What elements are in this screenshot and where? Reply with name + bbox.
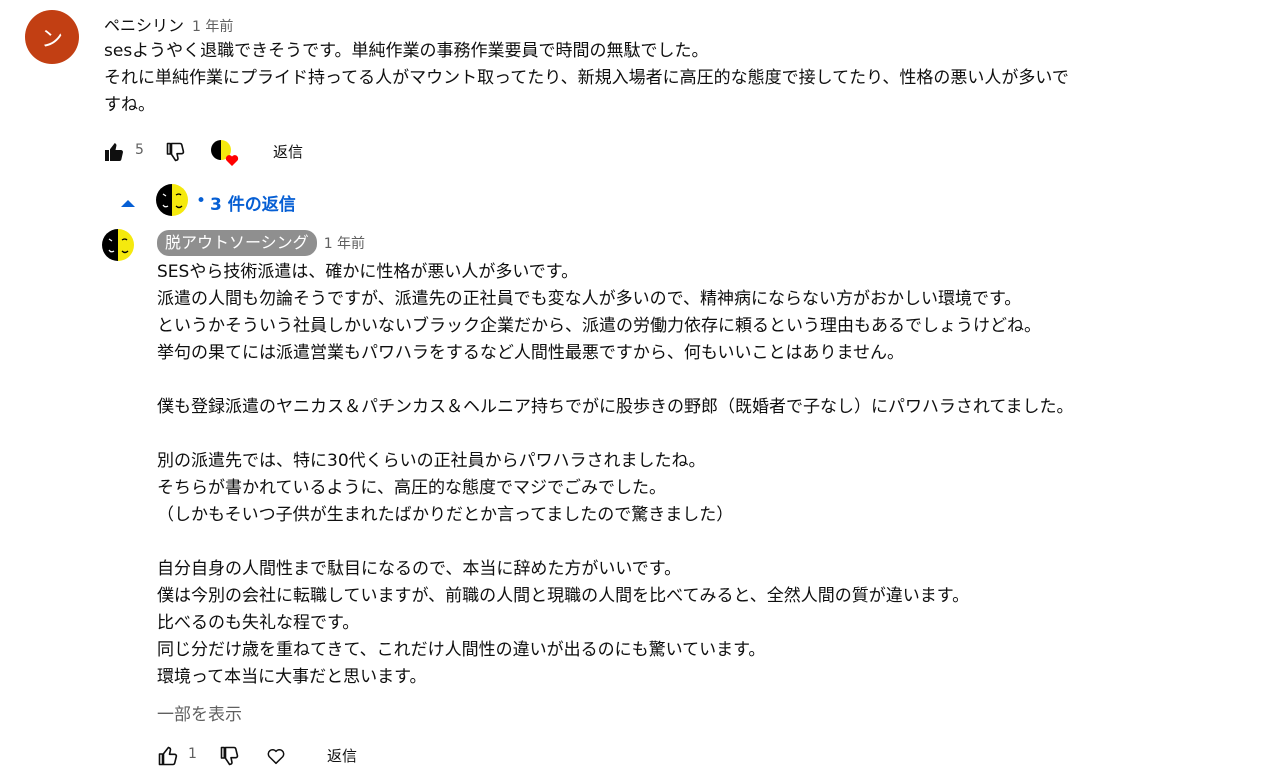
reply-timestamp[interactable]: 1 年前 (324, 233, 365, 253)
avatar-letter: ン (40, 27, 63, 52)
reply-like-button[interactable] (154, 742, 182, 770)
comment-author[interactable]: ペニシリン (104, 12, 184, 36)
heart-outline-icon (267, 749, 285, 765)
avatar-penicillin[interactable]: ン (25, 10, 79, 64)
half-face-avatar-icon (102, 229, 134, 261)
reply-heart-button[interactable] (263, 743, 289, 769)
reply-dislike-button[interactable] (216, 742, 244, 770)
show-less-link[interactable]: 一部を表示 (157, 700, 242, 725)
thumbs-down-icon (166, 142, 185, 162)
reply-header: 脱アウトソーシング 1 年前 (157, 230, 365, 256)
like-button[interactable] (100, 138, 128, 166)
reply-like-count: 1 (188, 746, 197, 762)
collapse-replies-button[interactable] (119, 195, 137, 209)
reply-reply-button[interactable]: 返信 (327, 745, 357, 766)
reply-author-chip[interactable]: 脱アウトソーシング (157, 230, 317, 256)
caret-up-icon (121, 200, 135, 207)
comment-header: ペニシリン 1 年前 (104, 12, 233, 36)
creator-heart (210, 139, 242, 169)
comment-text: sesようやく退職できそうです。単純作業の事務作業要員で時間の無駄でした。 それ… (104, 41, 1069, 115)
creator-heart-avatar-icon (211, 140, 239, 166)
replier-avatar-small (155, 183, 189, 217)
thumbs-up-outline-icon (158, 746, 178, 766)
reply-text: SESやら技術派遣は、確かに性格が悪い人が多いです。 派遣の人間も勿論そうですが… (157, 262, 1074, 687)
reply-button[interactable]: 返信 (273, 141, 303, 162)
replies-toggle-link[interactable]: 3 件の返信 (210, 190, 296, 215)
thumbs-down-icon (220, 746, 239, 766)
like-count: 5 (135, 142, 144, 158)
comment-timestamp[interactable]: 1 年前 (192, 16, 233, 36)
reply-avatar[interactable] (101, 228, 135, 262)
thumbs-up-icon (105, 143, 123, 161)
dot-separator: • (196, 191, 207, 211)
half-face-avatar-icon (156, 184, 188, 216)
dislike-button[interactable] (162, 138, 190, 166)
